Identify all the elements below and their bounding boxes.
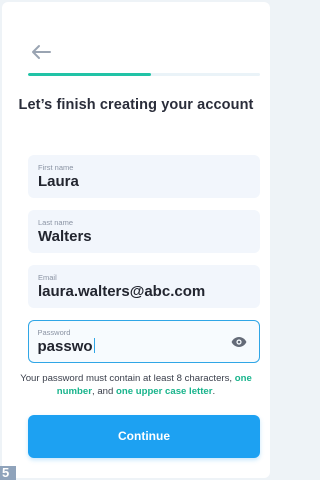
continue-button[interactable]: Continue	[28, 415, 260, 458]
password-value: passwo	[37, 337, 251, 356]
hint-text-2: , and	[91, 386, 116, 397]
progress-bar	[28, 73, 260, 76]
page-title: Let’s finish creating your account	[18, 97, 254, 113]
password-label: Password	[37, 327, 71, 337]
email-label: Email	[38, 273, 57, 282]
hint-one-upper-case: one upper case letter	[116, 386, 213, 397]
eye-icon	[231, 337, 247, 347]
password-text: passwo	[37, 337, 93, 355]
email-value: laura.walters@abc.com	[38, 283, 206, 300]
progress-fill	[28, 73, 151, 76]
email-field[interactable]: Email laura.walters@abc.com	[28, 265, 260, 308]
password-field[interactable]: Password passwo	[28, 320, 260, 363]
step-badge: 5	[0, 466, 16, 480]
last-name-label: Last name	[38, 218, 74, 227]
signup-card: Let’s finish creating your account First…	[2, 2, 270, 478]
first-name-label: First name	[38, 163, 74, 172]
show-password-toggle[interactable]	[231, 335, 247, 347]
first-name-value: Laura	[38, 173, 79, 190]
back-button[interactable]	[30, 44, 52, 60]
arrow-left-icon	[32, 45, 51, 59]
hint-text-1: Your password must contain at least 8 ch…	[20, 373, 235, 384]
password-requirements: Your password must contain at least 8 ch…	[12, 372, 260, 398]
text-caret	[93, 337, 96, 353]
last-name-value: Walters	[38, 228, 92, 245]
first-name-field[interactable]: First name Laura	[28, 155, 260, 198]
last-name-field[interactable]: Last name Walters	[28, 210, 260, 253]
hint-text-3: .	[212, 386, 216, 397]
